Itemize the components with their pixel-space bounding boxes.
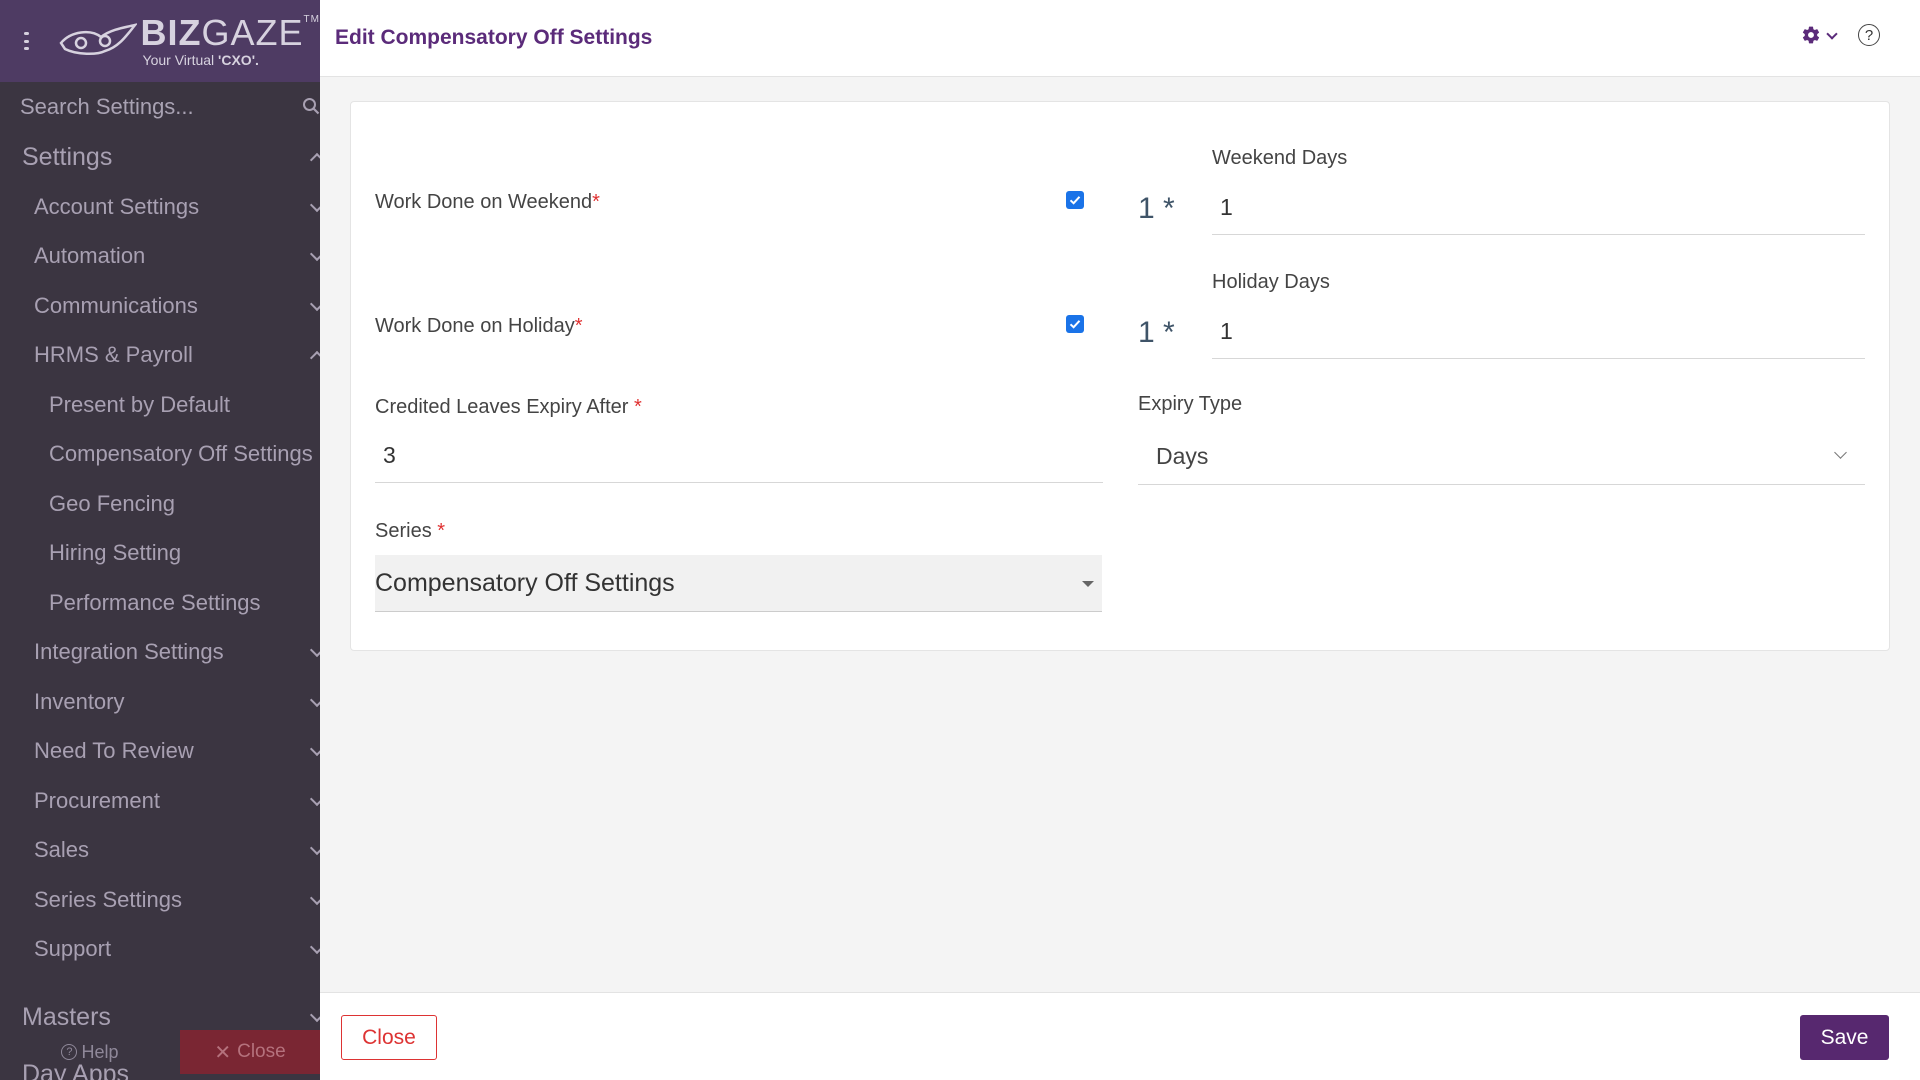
- sidebar-item-compensatory-off-settings[interactable]: Compensatory Off Settings: [0, 430, 320, 480]
- sidebar-item-inventory[interactable]: Inventory: [0, 677, 320, 727]
- sidebar-header: BIZGAZETM Your Virtual 'CXO'.: [0, 0, 320, 82]
- chevron-down-icon: [309, 247, 320, 262]
- sidebar-item-hrms-payroll[interactable]: HRMS & Payroll: [0, 331, 320, 381]
- series-select[interactable]: Compensatory Off Settings: [375, 555, 1102, 612]
- sidebar-search: [0, 82, 320, 132]
- sidebar-item-procurement[interactable]: Procurement: [0, 776, 320, 826]
- bizgaze-logo[interactable]: BIZGAZETM Your Virtual 'CXO'.: [57, 15, 320, 67]
- question-circle-icon: ?: [61, 1044, 78, 1060]
- chevron-up-icon: [309, 351, 320, 366]
- close-button[interactable]: Close: [341, 1015, 437, 1060]
- sidebar-item-communications[interactable]: Communications: [0, 281, 320, 331]
- work-done-on-weekend-label: Work Done on Weekend*: [375, 191, 600, 213]
- page-title: Edit Compensatory Off Settings: [335, 26, 653, 49]
- top-actions: ?: [1801, 24, 1880, 46]
- checkmark-icon: [1069, 196, 1081, 205]
- save-button[interactable]: Save: [1800, 1015, 1889, 1060]
- settings-sidebar: BIZGAZETM Your Virtual 'CXO'. Settings A…: [0, 0, 320, 1080]
- chevron-down-icon: [309, 692, 320, 707]
- expiry-type-select[interactable]: Days: [1138, 428, 1865, 485]
- compensatory-off-form: Work Done on Weekend* 1 * Weekend Days W…: [350, 101, 1890, 651]
- chevron-down-icon: [309, 742, 320, 757]
- credited-leaves-expiry-label: Credited Leaves Expiry After *: [375, 396, 642, 418]
- weekend-days-label: Weekend Days: [1212, 147, 1348, 169]
- sidebar-item-hiring-setting[interactable]: Hiring Setting: [0, 529, 320, 579]
- sidebar-item-automation[interactable]: Automation: [0, 232, 320, 282]
- search-icon[interactable]: [302, 97, 320, 115]
- chevron-down-icon: [309, 643, 320, 658]
- work-done-on-holiday-label: Work Done on Holiday*: [375, 315, 583, 337]
- top-bar: Edit Compensatory Off Settings ?: [320, 0, 1920, 77]
- sidebar-item-performance-settings[interactable]: Performance Settings: [0, 578, 320, 628]
- chevron-down-icon: [309, 791, 320, 806]
- search-settings-input[interactable]: [20, 94, 290, 120]
- chevron-down-icon: [309, 940, 320, 955]
- holiday-days-prefix: 1 *: [1138, 316, 1175, 349]
- sidebar-section-settings[interactable]: Settings: [0, 132, 320, 182]
- chevron-down-icon: [1826, 27, 1838, 40]
- chevron-down-icon: [309, 197, 320, 212]
- chevron-down-icon: [1834, 446, 1847, 459]
- sidebar-close-button[interactable]: ✕ Close: [180, 1030, 320, 1074]
- series-label: Series *: [375, 520, 446, 542]
- owl-logo-icon: [58, 23, 137, 55]
- sidebar-item-geo-fencing[interactable]: Geo Fencing: [0, 479, 320, 529]
- chevron-down-icon: [309, 841, 320, 856]
- expiry-type-label: Expiry Type: [1138, 393, 1243, 415]
- close-icon: ✕: [214, 1041, 232, 1064]
- sidebar-item-present-by-default[interactable]: Present by Default: [0, 380, 320, 430]
- chevron-down-icon: [309, 1007, 320, 1023]
- work-done-on-holiday-checkbox[interactable]: [1066, 315, 1084, 333]
- chevron-up-icon: [309, 152, 320, 168]
- gear-icon: [1802, 26, 1820, 44]
- weekend-days-input[interactable]: [1212, 180, 1865, 235]
- work-done-on-weekend-checkbox[interactable]: [1066, 191, 1084, 209]
- credited-leaves-expiry-input[interactable]: [375, 428, 1103, 483]
- weekend-days-prefix: 1 *: [1138, 192, 1175, 225]
- checkmark-icon: [1069, 320, 1081, 329]
- sidebar-item-sales[interactable]: Sales: [0, 826, 320, 876]
- logo-text: BIZGAZETM Your Virtual 'CXO'.: [140, 12, 320, 68]
- sidebar-item-support[interactable]: Support: [0, 925, 320, 975]
- holiday-days-input[interactable]: [1212, 304, 1865, 359]
- chevron-down-icon: [309, 296, 320, 311]
- form-footer: Close Save: [320, 992, 1920, 1080]
- sidebar-item-integration-settings[interactable]: Integration Settings: [0, 628, 320, 678]
- settings-dropdown[interactable]: [1801, 25, 1838, 45]
- help-button[interactable]: ? Help: [0, 1030, 180, 1074]
- sidebar-item-account-settings[interactable]: Account Settings: [0, 182, 320, 232]
- hamburger-menu-icon[interactable]: [24, 32, 29, 50]
- sidebar-item-series-settings[interactable]: Series Settings: [0, 875, 320, 925]
- holiday-days-label: Holiday Days: [1212, 271, 1330, 293]
- chevron-down-icon: [309, 890, 320, 905]
- caret-down-icon: [1082, 581, 1094, 587]
- sidebar-footer: ? Help ✕ Close: [0, 1030, 320, 1074]
- sidebar-item-need-to-review[interactable]: Need To Review: [0, 727, 320, 777]
- help-icon[interactable]: ?: [1858, 24, 1880, 46]
